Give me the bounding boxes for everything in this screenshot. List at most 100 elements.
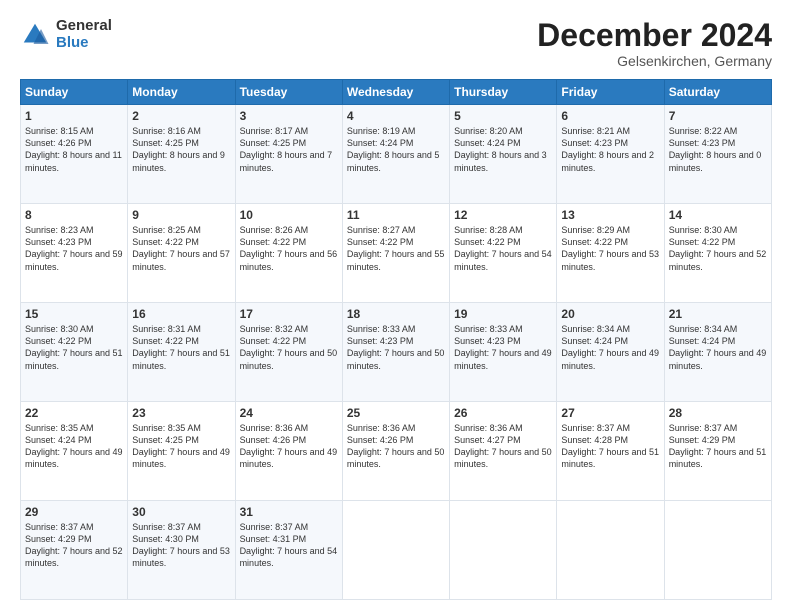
calendar-cell: 3Sunrise: 8:17 AMSunset: 4:25 PMDaylight… bbox=[235, 105, 342, 204]
day-info: Sunrise: 8:36 AMSunset: 4:26 PMDaylight:… bbox=[240, 423, 338, 469]
calendar-header: Sunday Monday Tuesday Wednesday Thursday… bbox=[21, 80, 772, 105]
calendar-cell: 7Sunrise: 8:22 AMSunset: 4:23 PMDaylight… bbox=[664, 105, 771, 204]
calendar-cell: 12 Sunrise: 8:28 AMSunset: 4:22 PMDayligh… bbox=[450, 204, 557, 303]
day-number: 1 bbox=[25, 109, 123, 123]
calendar-week-3: 15 Sunrise: 8:30 AMSunset: 4:22 PMDayligh… bbox=[21, 303, 772, 402]
calendar-cell: 11Sunrise: 8:27 AMSunset: 4:22 PMDayligh… bbox=[342, 204, 449, 303]
calendar-cell: 8 Sunrise: 8:23 AMSunset: 4:23 PMDaylight… bbox=[21, 204, 128, 303]
day-number: 5 bbox=[454, 109, 552, 123]
day-number: 15 bbox=[25, 307, 123, 321]
day-info: Sunrise: 8:36 AMSunset: 4:27 PMDaylight:… bbox=[454, 423, 552, 469]
day-info: Sunrise: 8:34 AMSunset: 4:24 PMDaylight:… bbox=[669, 324, 767, 370]
day-info: Sunrise: 8:30 AMSunset: 4:22 PMDaylight:… bbox=[669, 225, 767, 271]
day-number: 9 bbox=[132, 208, 230, 222]
col-friday: Friday bbox=[557, 80, 664, 105]
day-info: Sunrise: 8:35 AMSunset: 4:25 PMDaylight:… bbox=[132, 423, 230, 469]
calendar-cell: 20 Sunrise: 8:34 AMSunset: 4:24 PMDayligh… bbox=[557, 303, 664, 402]
day-info: Sunrise: 8:34 AMSunset: 4:24 PMDaylight:… bbox=[561, 324, 659, 370]
calendar-cell: 22Sunrise: 8:35 AMSunset: 4:24 PMDayligh… bbox=[21, 402, 128, 501]
calendar-cell: 2Sunrise: 8:16 AMSunset: 4:25 PMDaylight… bbox=[128, 105, 235, 204]
day-number: 8 bbox=[25, 208, 123, 222]
day-info: Sunrise: 8:21 AMSunset: 4:23 PMDaylight:… bbox=[561, 126, 654, 172]
calendar-week-5: 29Sunrise: 8:37 AMSunset: 4:29 PMDayligh… bbox=[21, 501, 772, 600]
day-info: Sunrise: 8:20 AMSunset: 4:24 PMDaylight:… bbox=[454, 126, 547, 172]
calendar-cell: 19 Sunrise: 8:33 AMSunset: 4:23 PMDayligh… bbox=[450, 303, 557, 402]
calendar-cell: 29Sunrise: 8:37 AMSunset: 4:29 PMDayligh… bbox=[21, 501, 128, 600]
calendar-cell: 4 Sunrise: 8:19 AMSunset: 4:24 PMDaylight… bbox=[342, 105, 449, 204]
calendar-cell: 6 Sunrise: 8:21 AMSunset: 4:23 PMDaylight… bbox=[557, 105, 664, 204]
calendar-cell: 18 Sunrise: 8:33 AMSunset: 4:23 PMDayligh… bbox=[342, 303, 449, 402]
day-number: 4 bbox=[347, 109, 445, 123]
calendar-cell: 28 Sunrise: 8:37 AMSunset: 4:29 PMDayligh… bbox=[664, 402, 771, 501]
calendar-cell bbox=[450, 501, 557, 600]
day-number: 7 bbox=[669, 109, 767, 123]
calendar-cell: 9 Sunrise: 8:25 AMSunset: 4:22 PMDaylight… bbox=[128, 204, 235, 303]
day-number: 20 bbox=[561, 307, 659, 321]
day-number: 25 bbox=[347, 406, 445, 420]
calendar-cell: 21 Sunrise: 8:34 AMSunset: 4:24 PMDayligh… bbox=[664, 303, 771, 402]
day-info: Sunrise: 8:15 AMSunset: 4:26 PMDaylight:… bbox=[25, 126, 122, 172]
day-info: Sunrise: 8:32 AMSunset: 4:22 PMDaylight:… bbox=[240, 324, 338, 370]
day-number: 19 bbox=[454, 307, 552, 321]
col-saturday: Saturday bbox=[664, 80, 771, 105]
calendar-cell: 31Sunrise: 8:37 AMSunset: 4:31 PMDayligh… bbox=[235, 501, 342, 600]
day-info: Sunrise: 8:35 AMSunset: 4:24 PMDaylight:… bbox=[25, 423, 123, 469]
day-info: Sunrise: 8:23 AMSunset: 4:23 PMDaylight:… bbox=[25, 225, 123, 271]
calendar-cell: 25 Sunrise: 8:36 AMSunset: 4:26 PMDayligh… bbox=[342, 402, 449, 501]
day-info: Sunrise: 8:37 AMSunset: 4:28 PMDaylight:… bbox=[561, 423, 659, 469]
day-info: Sunrise: 8:37 AMSunset: 4:29 PMDaylight:… bbox=[25, 522, 123, 568]
calendar-cell: 15 Sunrise: 8:30 AMSunset: 4:22 PMDayligh… bbox=[21, 303, 128, 402]
location: Gelsenkirchen, Germany bbox=[537, 53, 772, 69]
calendar-cell: 10 Sunrise: 8:26 AMSunset: 4:22 PMDayligh… bbox=[235, 204, 342, 303]
day-number: 10 bbox=[240, 208, 338, 222]
day-info: Sunrise: 8:25 AMSunset: 4:22 PMDaylight:… bbox=[132, 225, 230, 271]
calendar-cell: 16 Sunrise: 8:31 AMSunset: 4:22 PMDayligh… bbox=[128, 303, 235, 402]
calendar-cell: 26 Sunrise: 8:36 AMSunset: 4:27 PMDayligh… bbox=[450, 402, 557, 501]
calendar-cell bbox=[557, 501, 664, 600]
day-number: 28 bbox=[669, 406, 767, 420]
calendar-body: 1 Sunrise: 8:15 AMSunset: 4:26 PMDaylight… bbox=[21, 105, 772, 600]
col-wednesday: Wednesday bbox=[342, 80, 449, 105]
day-number: 12 bbox=[454, 208, 552, 222]
calendar-week-2: 8 Sunrise: 8:23 AMSunset: 4:23 PMDaylight… bbox=[21, 204, 772, 303]
logo-general: General bbox=[56, 18, 112, 35]
day-number: 24 bbox=[240, 406, 338, 420]
day-number: 18 bbox=[347, 307, 445, 321]
day-info: Sunrise: 8:28 AMSunset: 4:22 PMDaylight:… bbox=[454, 225, 552, 271]
day-info: Sunrise: 8:26 AMSunset: 4:22 PMDaylight:… bbox=[240, 225, 338, 271]
day-info: Sunrise: 8:16 AMSunset: 4:25 PMDaylight:… bbox=[132, 126, 225, 172]
day-info: Sunrise: 8:29 AMSunset: 4:22 PMDaylight:… bbox=[561, 225, 659, 271]
day-number: 21 bbox=[669, 307, 767, 321]
day-info: Sunrise: 8:31 AMSunset: 4:22 PMDaylight:… bbox=[132, 324, 230, 370]
day-number: 26 bbox=[454, 406, 552, 420]
day-number: 30 bbox=[132, 505, 230, 519]
day-number: 23 bbox=[132, 406, 230, 420]
day-info: Sunrise: 8:17 AMSunset: 4:25 PMDaylight:… bbox=[240, 126, 333, 172]
day-number: 17 bbox=[240, 307, 338, 321]
title-area: December 2024 Gelsenkirchen, Germany bbox=[537, 18, 772, 69]
logo-icon bbox=[20, 20, 50, 50]
logo-blue: Blue bbox=[56, 35, 112, 52]
calendar-page: General Blue December 2024 Gelsenkirchen… bbox=[0, 0, 792, 612]
calendar-week-1: 1 Sunrise: 8:15 AMSunset: 4:26 PMDaylight… bbox=[21, 105, 772, 204]
day-info: Sunrise: 8:37 AMSunset: 4:29 PMDaylight:… bbox=[669, 423, 767, 469]
day-number: 13 bbox=[561, 208, 659, 222]
day-number: 14 bbox=[669, 208, 767, 222]
day-info: Sunrise: 8:33 AMSunset: 4:23 PMDaylight:… bbox=[347, 324, 445, 370]
calendar-table: Sunday Monday Tuesday Wednesday Thursday… bbox=[20, 79, 772, 600]
day-info: Sunrise: 8:19 AMSunset: 4:24 PMDaylight:… bbox=[347, 126, 440, 172]
calendar-cell: 14 Sunrise: 8:30 AMSunset: 4:22 PMDayligh… bbox=[664, 204, 771, 303]
day-number: 11 bbox=[347, 208, 445, 222]
day-number: 16 bbox=[132, 307, 230, 321]
day-info: Sunrise: 8:36 AMSunset: 4:26 PMDaylight:… bbox=[347, 423, 445, 469]
day-info: Sunrise: 8:37 AMSunset: 4:30 PMDaylight:… bbox=[132, 522, 230, 568]
calendar-cell: 17 Sunrise: 8:32 AMSunset: 4:22 PMDayligh… bbox=[235, 303, 342, 402]
day-info: Sunrise: 8:33 AMSunset: 4:23 PMDaylight:… bbox=[454, 324, 552, 370]
calendar-cell bbox=[664, 501, 771, 600]
calendar-cell: 1 Sunrise: 8:15 AMSunset: 4:26 PMDaylight… bbox=[21, 105, 128, 204]
calendar-cell bbox=[342, 501, 449, 600]
day-info: Sunrise: 8:30 AMSunset: 4:22 PMDaylight:… bbox=[25, 324, 123, 370]
calendar-cell: 30 Sunrise: 8:37 AMSunset: 4:30 PMDayligh… bbox=[128, 501, 235, 600]
month-title: December 2024 bbox=[537, 18, 772, 53]
day-number: 6 bbox=[561, 109, 659, 123]
